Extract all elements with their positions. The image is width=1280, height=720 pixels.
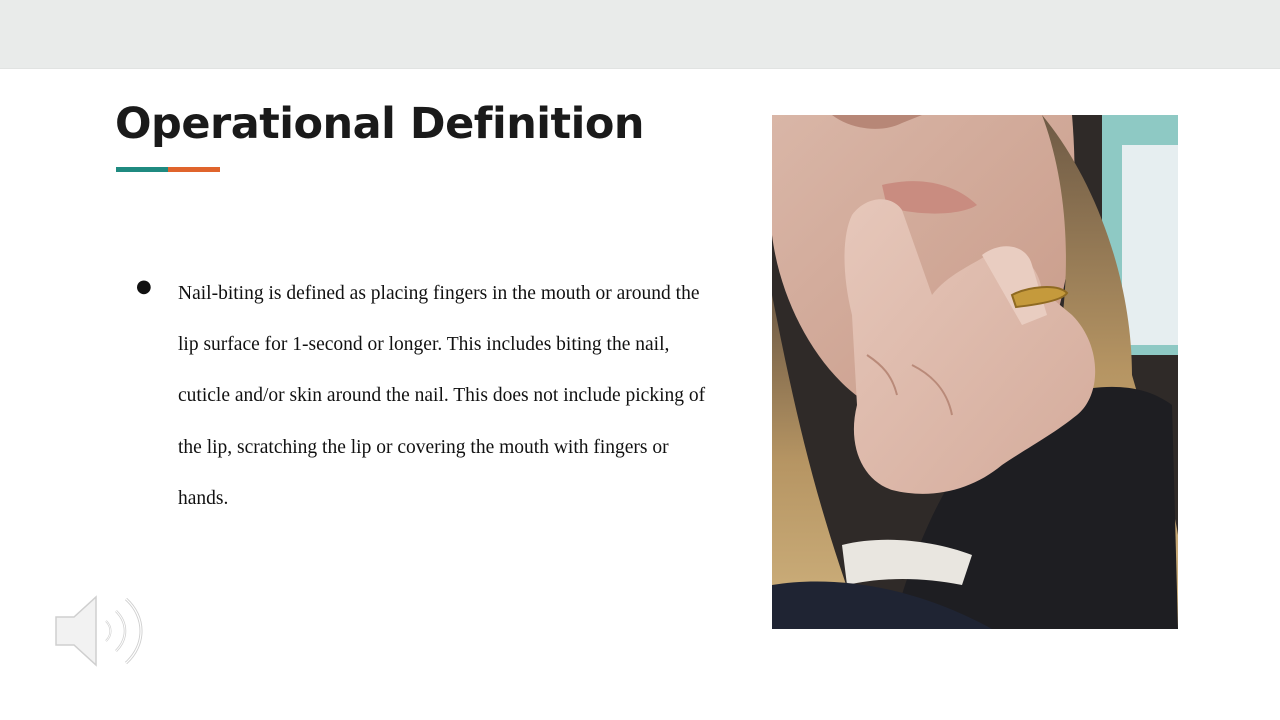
speaker-icon[interactable] [50, 589, 154, 673]
bullet-dot: ● [136, 276, 152, 297]
photo-person-biting-nails [772, 115, 1178, 629]
title-accent-orange [168, 167, 220, 172]
top-toolbar [0, 0, 1280, 69]
slide-title: Operational Definition [115, 99, 645, 149]
nail-biting-photo [772, 115, 1178, 629]
bullet-text: Nail-biting is defined as placing finger… [178, 283, 706, 509]
slide: Operational Definition ● Nail-biting is … [0, 69, 1280, 720]
title-accent-teal [116, 167, 168, 172]
